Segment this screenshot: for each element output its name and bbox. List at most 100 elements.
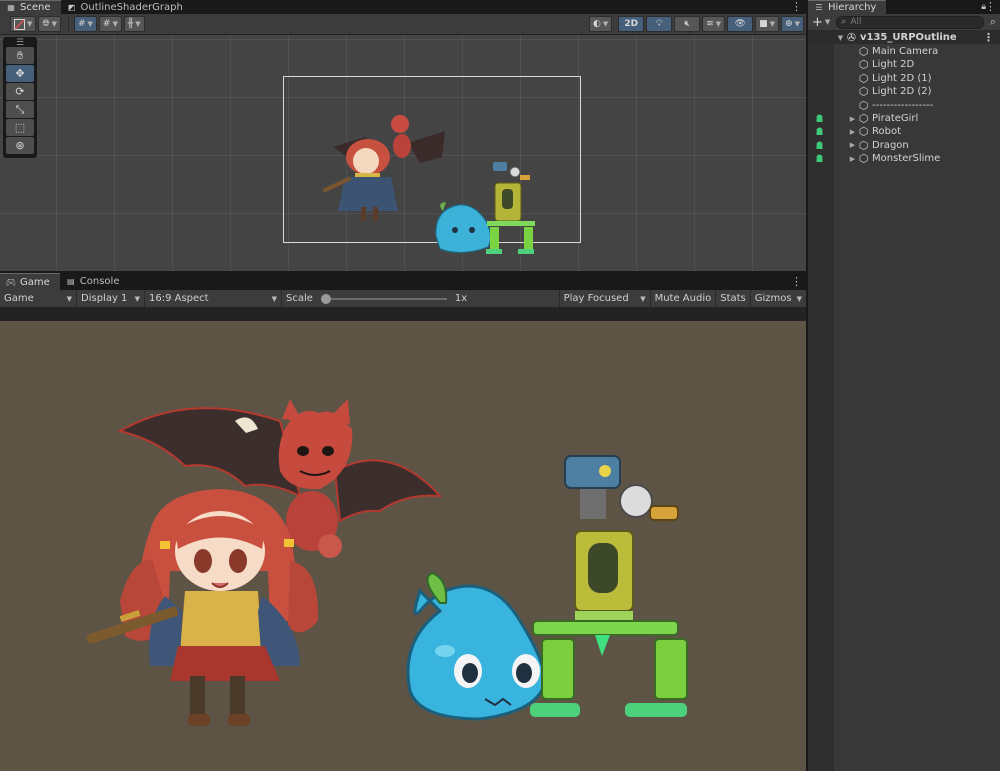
hand-tool-button[interactable]: ✋︎ xyxy=(6,47,34,64)
hierarchy-item[interactable]: ⬡ Light 2D xyxy=(808,58,1000,71)
scene-grid-icon: ▦ xyxy=(7,3,15,12)
hierarchy-more-menu-icon[interactable]: ⋮ xyxy=(985,0,996,14)
aspect-value: 16:9 Aspect xyxy=(149,293,209,304)
game-viewport[interactable] xyxy=(0,321,806,771)
play-focused-value: Play Focused xyxy=(563,293,629,304)
hierarchy-item[interactable]: ⬡ Main Camera xyxy=(808,45,1000,58)
scene-tab-bar: ▦ Scene ◩ OutlineShaderGraph ⋮ xyxy=(0,0,806,14)
hierarchy-item-label: Robot xyxy=(872,126,902,138)
effects-layers-icon: ≋ xyxy=(706,19,714,29)
toggle-2d-button[interactable]: 2D xyxy=(618,16,645,32)
game-sprites xyxy=(86,399,688,726)
create-add-button[interactable]: + ▼ xyxy=(812,15,830,30)
effects-button[interactable]: ≋ ▼ xyxy=(702,16,726,32)
gizmos-button[interactable]: ⊕ ▼ xyxy=(781,16,804,32)
draw-mode-button[interactable]: ▼ xyxy=(10,16,37,32)
audio-toggle-button[interactable]: 🔇︎ xyxy=(674,16,701,32)
search-filter-icon[interactable]: ⌕ xyxy=(990,15,996,29)
scale-icon: ⤡ xyxy=(15,102,25,116)
hierarchy-tab-bar: ☰ Hierarchy 🔒︎ ⋮ xyxy=(808,0,1000,14)
eye-slash-icon: 👁︎ xyxy=(734,19,746,29)
scale-slider-knob[interactable] xyxy=(320,293,331,304)
rect-tool-button[interactable]: ⬚ xyxy=(6,119,34,136)
expand-arrow-icon[interactable]: ▶ xyxy=(848,155,857,163)
shading-mode-button[interactable]: ◐ ▼ xyxy=(588,16,613,32)
increment-snap-icon: # xyxy=(102,19,111,29)
scene-camera-button[interactable]: ■ ▼ xyxy=(755,16,780,32)
gameobject-cube-icon: ⬡ xyxy=(858,58,869,72)
tab-outline-shader-graph[interactable]: ◩ OutlineShaderGraph xyxy=(61,0,193,14)
chevron-down-icon: ▼ xyxy=(715,20,722,28)
light-bulb-icon: 💡︎ xyxy=(656,19,663,29)
game-slime-sprite xyxy=(406,571,547,721)
tab-scene[interactable]: ▦ Scene xyxy=(0,0,61,14)
expand-arrow-icon[interactable]: ▶ xyxy=(848,141,857,149)
scene-robot-sprite xyxy=(486,162,535,254)
display-value: Display 1 xyxy=(81,293,128,304)
hierarchy-search-input[interactable]: ⌕ All xyxy=(836,15,984,29)
hierarchy-item-label: ----------------- xyxy=(872,99,934,111)
rect-tool-icon: ⬚ xyxy=(14,121,26,134)
audio-mute-icon: 🔇︎ xyxy=(684,19,691,29)
scene-viewport[interactable]: ☰ ✋︎ ✥ ⟳ ⤡ ⬚ ⊛ xyxy=(0,35,806,271)
stats-button[interactable]: Stats xyxy=(715,290,750,307)
sprite-visibility-icon[interactable] xyxy=(814,140,824,150)
chevron-down-icon: ▼ xyxy=(640,294,646,303)
globe-view-button[interactable]: 🌐︎ ▼ xyxy=(38,16,61,32)
tab-hierarchy[interactable]: ☰ Hierarchy xyxy=(808,0,887,14)
hierarchy-item[interactable]: ⬡ Light 2D (2) xyxy=(808,85,1000,98)
gizmos-dropdown[interactable]: Gizmos ▼ xyxy=(749,290,806,307)
expand-arrow-icon[interactable]: ▼ xyxy=(836,34,845,42)
scene-slime-sprite xyxy=(435,202,492,254)
grid-visibility-button[interactable]: ╫ ▼ xyxy=(123,16,145,32)
scale-slider[interactable] xyxy=(320,293,447,304)
search-icon: ⌕ xyxy=(841,17,847,27)
increment-snap-button[interactable]: # ▼ xyxy=(98,16,122,32)
expand-arrow-icon[interactable]: ▶ xyxy=(848,115,857,123)
game-more-menu-icon[interactable]: ⋮ xyxy=(791,273,802,290)
lighting-toggle-button[interactable]: 💡︎ xyxy=(646,16,673,32)
game-toolbar: Game ▼ Display 1 ▼ 16:9 Aspect ▼ Scale 1… xyxy=(0,290,806,307)
camera-icon: ■ xyxy=(759,19,768,29)
scene-more-menu-icon[interactable]: ⋮ xyxy=(791,0,802,14)
expand-arrow-icon[interactable]: ▶ xyxy=(848,128,857,136)
display-dropdown[interactable]: Display 1 ▼ xyxy=(77,290,145,307)
hierarchy-item[interactable]: ▶ ⬡ Dragon xyxy=(808,139,1000,152)
hierarchy-item[interactable]: ⬡ ----------------- xyxy=(808,99,1000,112)
hierarchy-panel: + ▼ ⌕ All ⌕ ▼ ✇ v135_URPOutline ⋮ ⬡ Main … xyxy=(808,14,1000,771)
sprite-visibility-icon[interactable] xyxy=(814,114,824,124)
hierarchy-item-label: Light 2D (1) xyxy=(872,72,932,84)
scale-tool-button[interactable]: ⤡ xyxy=(6,101,34,118)
scene-more-icon[interactable]: ⋮ xyxy=(983,31,994,44)
play-focused-dropdown[interactable]: Play Focused ▼ xyxy=(558,290,651,307)
mute-audio-button[interactable]: Mute Audio xyxy=(651,290,716,307)
hierarchy-item-label: Dragon xyxy=(872,139,909,151)
tab-game[interactable]: 🎮︎ Game xyxy=(0,273,60,290)
hierarchy-item[interactable]: ▶ ⬡ MonsterSlime xyxy=(808,152,1000,165)
hierarchy-item[interactable]: ⬡ Light 2D (1) xyxy=(808,72,1000,85)
hierarchy-item[interactable]: ▶ ⬡ PirateGirl xyxy=(808,112,1000,125)
chevron-down-icon: ▼ xyxy=(66,294,72,303)
scene-visibility-button[interactable]: 👁︎ xyxy=(727,16,754,32)
gameobject-cube-icon: ⬡ xyxy=(858,152,869,166)
transform-tool-button[interactable]: ⊛ xyxy=(6,137,34,154)
hierarchy-scene-row[interactable]: ▼ ✇ v135_URPOutline ⋮ xyxy=(808,31,1000,44)
game-mode-dropdown[interactable]: Game ▼ xyxy=(0,290,77,307)
sprite-visibility-icon[interactable] xyxy=(814,127,824,137)
gizmo-globe-icon: ⊕ xyxy=(785,19,793,29)
drag-handle-icon[interactable]: ☰ xyxy=(6,38,34,48)
hierarchy-item-label: MonsterSlime xyxy=(872,153,941,165)
move-arrows-icon: ✥ xyxy=(15,67,25,80)
grid-snap-button[interactable]: # ▼ xyxy=(73,16,97,32)
sprite-visibility-icon[interactable] xyxy=(814,154,824,164)
rotate-tool-button[interactable]: ⟳ xyxy=(6,83,34,100)
move-tool-button[interactable]: ✥ xyxy=(6,65,34,82)
chevron-down-icon: ▼ xyxy=(135,20,141,28)
hierarchy-title: Hierarchy xyxy=(828,2,877,13)
hierarchy-item[interactable]: ▶ ⬡ Robot xyxy=(808,125,1000,138)
gameobject-cube-icon: ⬡ xyxy=(858,71,869,85)
tab-console[interactable]: ▤ Console xyxy=(60,273,130,290)
grid-snap-icon: # xyxy=(77,19,86,29)
aspect-dropdown[interactable]: 16:9 Aspect ▼ xyxy=(145,290,282,307)
chevron-down-icon: ▼ xyxy=(27,20,33,28)
